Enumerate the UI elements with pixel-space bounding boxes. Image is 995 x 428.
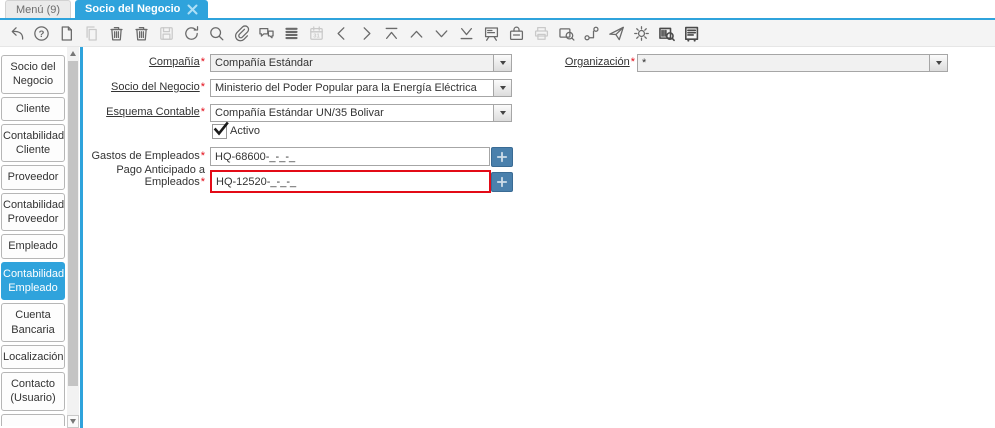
quick-form-icon[interactable] [679, 21, 704, 46]
socio-negocio-dropdown-icon[interactable] [493, 80, 511, 96]
required-mark: * [200, 150, 205, 162]
sidebar-item-contabilidad-empleado[interactable]: Contabilidad Empleado [1, 261, 65, 301]
attachment-icon[interactable] [229, 21, 254, 46]
delete-record-icon[interactable] [104, 21, 129, 46]
esquema-contable-dropdown-icon[interactable] [493, 105, 511, 121]
archive-icon[interactable] [504, 21, 529, 46]
sidebar-splitter[interactable] [80, 47, 83, 428]
sidebar-scrollbar[interactable] [67, 47, 79, 428]
sidebar-tabs: Socio del Negocio Cliente Contabilidad C… [1, 55, 65, 426]
compania-value: Compañía Estándar [215, 57, 313, 69]
compania-dropdown-icon[interactable] [493, 55, 511, 71]
organizacion-dropdown-icon[interactable] [929, 55, 947, 71]
detail-record-icon[interactable] [429, 21, 454, 46]
tab-active-label: Socio del Negocio [85, 3, 181, 15]
activo-checkbox[interactable] [212, 121, 229, 139]
previous-record-icon[interactable] [329, 21, 354, 46]
grid-toggle-icon[interactable] [279, 21, 304, 46]
find-icon[interactable] [204, 21, 229, 46]
required-mark: * [200, 81, 205, 93]
svg-text:31: 31 [313, 33, 320, 39]
form-content: Compañía* Compañía Estándar Organización… [84, 47, 995, 428]
report-icon[interactable] [479, 21, 504, 46]
socio-negocio-value: Ministerio del Poder Popular para la Ene… [215, 82, 477, 94]
required-mark: * [630, 56, 635, 68]
pago-anticipado-label: Pago Anticipado a Empleados* [116, 164, 205, 188]
organizacion-value: * [642, 57, 647, 69]
pago-anticipado-highlight [210, 170, 491, 193]
toolbar: ? 31 [0, 20, 995, 47]
copy-record-icon[interactable] [79, 21, 104, 46]
required-mark: * [200, 106, 205, 118]
required-mark: * [200, 56, 205, 68]
compania-label: Compañía* [148, 56, 205, 68]
refresh-icon[interactable] [179, 21, 204, 46]
window-tab-bar: Menú (9) Socio del Negocio [0, 0, 995, 20]
workflow-icon[interactable] [579, 21, 604, 46]
calendar-icon[interactable]: 31 [304, 21, 329, 46]
gastos-empleados-label: Gastos de Empleados* [91, 150, 205, 162]
new-record-icon[interactable] [54, 21, 79, 46]
process-icon[interactable] [629, 21, 654, 46]
gastos-empleados-input[interactable] [210, 147, 490, 166]
chat-icon[interactable] [254, 21, 279, 46]
application-window: Menú (9) Socio del Negocio ? 31 Socio de… [0, 0, 995, 428]
lookup-record-icon[interactable] [654, 21, 679, 46]
scrollbar-thumb[interactable] [68, 61, 78, 386]
organizacion-label: Organización* [564, 56, 635, 68]
svg-text:?: ? [39, 28, 45, 39]
tab-menu-label: Menú (9) [16, 3, 61, 16]
sidebar-item-cuenta-bancaria[interactable]: Cuenta Bancaria [1, 303, 65, 342]
compania-combo[interactable]: Compañía Estándar [210, 54, 512, 72]
first-record-icon[interactable] [379, 21, 404, 46]
save-icon[interactable] [154, 21, 179, 46]
esquema-contable-combo[interactable]: Compañía Estándar UN/35 Bolivar [210, 104, 512, 122]
scroll-down-icon[interactable] [67, 415, 79, 428]
scroll-up-icon[interactable] [67, 47, 79, 60]
undo-icon[interactable] [4, 21, 29, 46]
socio-negocio-label: Socio del Negocio* [111, 81, 205, 93]
tab-socio-del-negocio[interactable]: Socio del Negocio [75, 0, 209, 18]
last-record-icon[interactable] [454, 21, 479, 46]
esquema-contable-value: Compañía Estándar UN/35 Bolivar [215, 107, 384, 119]
next-record-icon[interactable] [354, 21, 379, 46]
sidebar-item-contabilidad-cliente[interactable]: Contabilidad Cliente [1, 123, 65, 163]
zoom-across-icon[interactable] [554, 21, 579, 46]
pago-account-icon[interactable] [491, 172, 513, 192]
tab-menu[interactable]: Menú (9) [5, 0, 72, 18]
help-icon[interactable]: ? [29, 21, 54, 46]
sidebar-item-cliente[interactable]: Cliente [1, 96, 65, 121]
required-mark: * [200, 176, 205, 188]
print-icon[interactable] [529, 21, 554, 46]
close-tab-icon[interactable] [187, 4, 198, 15]
sidebar-item-partial[interactable] [1, 413, 65, 426]
organizacion-combo[interactable]: * [637, 54, 948, 72]
delete-selection-icon[interactable] [129, 21, 154, 46]
socio-negocio-combo[interactable]: Ministerio del Poder Popular para la Ene… [210, 79, 512, 97]
main-area: Socio del Negocio Cliente Contabilidad C… [0, 47, 995, 428]
sidebar-item-contacto-usuario[interactable]: Contacto (Usuario) [1, 372, 65, 411]
activo-label: Activo [230, 125, 260, 137]
esquema-contable-label: Esquema Contable* [106, 106, 205, 118]
sidebar-item-contabilidad-proveedor[interactable]: Contabilidad Proveedor [1, 192, 65, 232]
parent-record-icon[interactable] [404, 21, 429, 46]
activo-field: Activo [212, 121, 352, 139]
sidebar-item-localizacion[interactable]: Localización [1, 344, 65, 370]
sidebar-item-empleado[interactable]: Empleado [1, 234, 65, 259]
requests-icon[interactable] [604, 21, 629, 46]
pago-anticipado-input[interactable] [212, 172, 489, 191]
gastos-account-icon[interactable] [491, 147, 513, 167]
sidebar-item-proveedor[interactable]: Proveedor [1, 165, 65, 190]
sidebar-item-socio-del-negocio[interactable]: Socio del Negocio [1, 55, 65, 94]
